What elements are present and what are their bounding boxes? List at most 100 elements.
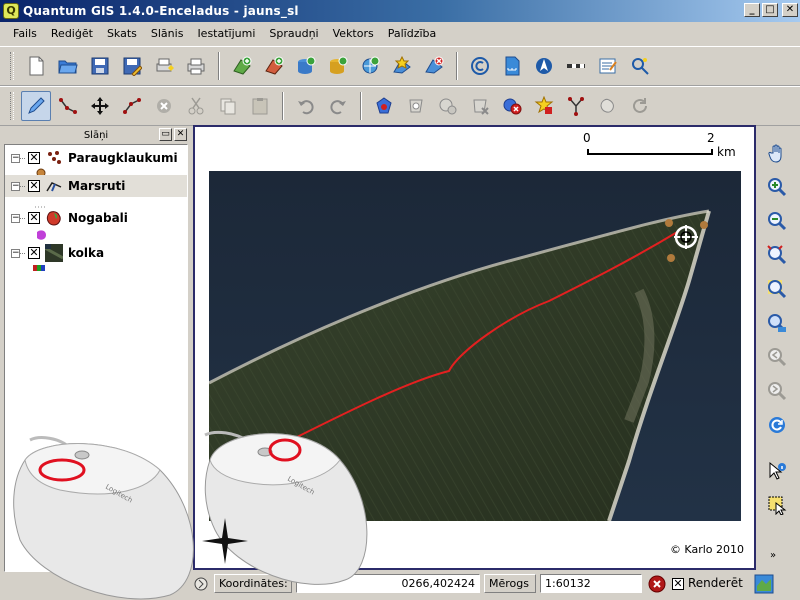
merge-features-icon[interactable] (593, 91, 623, 121)
collapse-toggle[interactable]: − (11, 153, 20, 163)
copyright-label: © Karlo 2010 (669, 543, 744, 556)
add-vector-layer-icon[interactable] (227, 51, 257, 81)
projection-icon[interactable] (754, 573, 776, 594)
capture-line-icon[interactable] (53, 91, 83, 121)
float-panel-icon[interactable]: ▭ (159, 128, 172, 141)
add-postgis-layer-icon[interactable] (291, 51, 321, 81)
sample-point (665, 219, 673, 227)
add-ring-icon[interactable] (401, 91, 431, 121)
delete-selected-icon[interactable] (149, 91, 179, 121)
redo-icon[interactable] (323, 91, 353, 121)
scalebar-end-label: 2 (707, 131, 715, 145)
point-layer-icon (48, 151, 61, 164)
layer-visibility-checkbox[interactable]: ✕ (28, 212, 40, 224)
paste-features-icon[interactable] (245, 91, 275, 121)
menu-settings[interactable]: Iestatījumi (190, 27, 262, 40)
cut-features-icon[interactable] (181, 91, 211, 121)
simplify-feature-icon[interactable] (369, 91, 399, 121)
menu-file[interactable]: Fails (6, 27, 44, 40)
layer-visibility-checkbox[interactable]: ✕ (28, 152, 40, 164)
select-features-icon[interactable] (761, 489, 793, 521)
menu-help[interactable]: Palīdzība (381, 27, 444, 40)
add-raster-layer-icon[interactable] (259, 51, 289, 81)
undo-icon[interactable] (291, 91, 321, 121)
reshape-features-icon[interactable] (529, 91, 559, 121)
new-vector-layer-icon[interactable] (387, 51, 417, 81)
print-icon[interactable] (181, 51, 211, 81)
move-feature-icon[interactable] (85, 91, 115, 121)
toolbar-grip[interactable] (10, 92, 14, 120)
menu-view[interactable]: Skats (100, 27, 144, 40)
map-navigation-toolbar: » (759, 125, 795, 570)
save-as-icon[interactable] (117, 51, 147, 81)
scalebar-doc-icon[interactable] (497, 51, 527, 81)
digitizing-toolbar (0, 86, 800, 126)
close-panel-icon[interactable]: ✕ (174, 128, 187, 141)
add-wms-layer-icon[interactable] (355, 51, 385, 81)
zoom-to-layer-icon[interactable] (761, 307, 793, 339)
georeferencer-icon[interactable] (593, 51, 623, 81)
tree-line (20, 185, 25, 187)
layer-name: kolka (68, 246, 105, 260)
collapse-toggle[interactable]: − (11, 181, 20, 191)
add-island-icon[interactable] (433, 91, 463, 121)
tree-line (20, 252, 25, 254)
zoom-last-icon[interactable] (761, 341, 793, 373)
scalebar-start-label: 0 (583, 131, 591, 145)
stop-render-icon[interactable] (648, 573, 668, 594)
copyright-label-icon[interactable] (465, 51, 495, 81)
scalebar-icon[interactable] (561, 51, 591, 81)
close-button[interactable]: ✕ (782, 3, 798, 17)
layer-item-paraugklaukumi[interactable]: − ✕ Paraugklaukumi (5, 147, 187, 169)
toolbar-separator (360, 92, 362, 120)
node-tool-icon[interactable] (117, 91, 147, 121)
layer-item-kolka[interactable]: − ✕ kolka (5, 242, 187, 264)
toggle-editing-icon[interactable] (21, 91, 51, 121)
new-project-icon[interactable] (21, 51, 51, 81)
gps-tools-icon[interactable] (625, 51, 655, 81)
layer-visibility-checkbox[interactable]: ✕ (28, 180, 40, 192)
menu-layer[interactable]: Slānis (144, 27, 191, 40)
minimize-button[interactable]: _ (744, 3, 760, 17)
zoom-to-selection-icon[interactable] (761, 273, 793, 305)
toolbar-separator (282, 92, 284, 120)
open-project-icon[interactable] (53, 51, 83, 81)
layer-name: Paraugklaukumi (68, 151, 178, 165)
collapse-toggle[interactable]: − (11, 248, 20, 258)
print-composer-icon[interactable] (149, 51, 179, 81)
collapse-toggle[interactable]: − (11, 213, 20, 223)
split-features-icon[interactable] (561, 91, 591, 121)
copy-features-icon[interactable] (213, 91, 243, 121)
layers-panel-title: Slāņi (83, 129, 109, 141)
menu-edit[interactable]: Rediģēt (44, 27, 100, 40)
zoom-full-icon[interactable] (761, 239, 793, 271)
maximize-button[interactable]: □ (762, 3, 778, 17)
refresh-icon[interactable] (761, 409, 793, 441)
pan-icon[interactable] (761, 137, 793, 169)
menu-vector[interactable]: Vektors (326, 27, 381, 40)
raster-layer-icon (45, 244, 63, 262)
save-project-icon[interactable] (85, 51, 115, 81)
rotate-label-icon[interactable] (625, 91, 655, 121)
delete-ring-icon[interactable] (465, 91, 495, 121)
identify-icon[interactable] (761, 455, 793, 487)
render-checkbox[interactable]: ✕ (672, 577, 684, 590)
toolbar-grip[interactable] (10, 52, 14, 80)
menu-bar: Fails Rediģēt Skats Slānis Iestatījumi S… (0, 22, 800, 44)
zoom-out-icon[interactable] (761, 205, 793, 237)
scale-input[interactable]: 1:60132 (540, 574, 642, 593)
scale-label: Mērogs (484, 574, 536, 593)
layer-visibility-checkbox[interactable]: ✕ (28, 247, 40, 259)
render-toggle[interactable]: ✕ Renderēt (672, 573, 748, 594)
menu-plugins[interactable]: Spraudņi (262, 27, 325, 40)
add-spatialite-layer-icon[interactable] (323, 51, 353, 81)
remove-layer-icon[interactable] (419, 51, 449, 81)
north-arrow-icon[interactable] (529, 51, 559, 81)
zoom-next-icon[interactable] (761, 375, 793, 407)
scalebar-bar (587, 149, 713, 155)
toolbar-overflow-icon[interactable]: » (770, 550, 776, 561)
layer-item-marsruti[interactable]: − ✕ Marsruti (5, 175, 187, 197)
layer-item-nogabali[interactable]: − ✕ Nogabali (5, 207, 187, 229)
zoom-in-icon[interactable] (761, 171, 793, 203)
delete-part-icon[interactable] (497, 91, 527, 121)
